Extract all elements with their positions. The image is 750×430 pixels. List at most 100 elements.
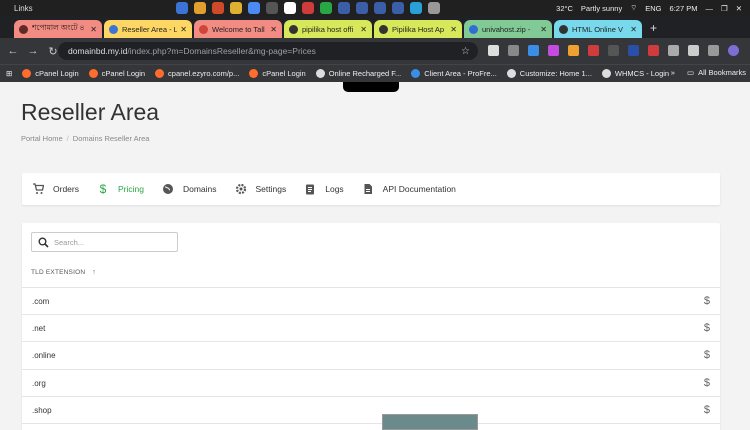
bookmark-item[interactable]: cPanel Login — [88, 69, 145, 78]
tab-close-icon[interactable]: ✕ — [90, 25, 97, 34]
table-row[interactable]: .org $ — [22, 369, 720, 396]
extension-icon[interactable] — [608, 45, 619, 56]
pricing-table-card: Search... TLD EXTENSION ↑ .com $ .net $ .… — [22, 223, 720, 430]
taskbar-app-icon[interactable] — [266, 2, 278, 14]
tab-favicon-icon — [289, 24, 298, 34]
back-icon[interactable]: ← — [6, 45, 20, 57]
cpanel-icon — [155, 69, 165, 78]
address-bar[interactable]: domainbd.my.id/index.php?m=DomainsResell… — [58, 42, 478, 60]
breadcrumb-home[interactable]: Portal Home — [21, 134, 63, 143]
taskbar-app-icon[interactable] — [248, 2, 260, 14]
apps-grid-icon[interactable]: ⊞ — [6, 69, 12, 78]
table-row[interactable]: .shop $ — [22, 396, 720, 423]
table-row[interactable]: .com $ — [22, 287, 720, 314]
extension-icon[interactable] — [508, 45, 519, 56]
browser-tab[interactable]: Welcome to Tall ✕ — [194, 20, 282, 38]
tab-close-icon[interactable]: ✕ — [630, 25, 637, 34]
dollar-icon: $ — [99, 182, 107, 196]
taskbar-app-icon[interactable] — [212, 2, 224, 14]
new-tab-icon[interactable]: + — [650, 21, 657, 35]
extension-icon[interactable] — [628, 45, 639, 56]
taskbar-app-icon[interactable] — [230, 2, 242, 14]
browser-tab[interactable]: pipilika host offi ✕ — [284, 20, 372, 38]
extension-icon[interactable] — [568, 45, 579, 56]
tab-close-icon[interactable]: ✕ — [270, 25, 277, 34]
bookmark-item[interactable]: WHMCS - Login — [601, 69, 670, 78]
search-input[interactable]: Search... — [31, 232, 178, 252]
clock[interactable]: 6:27 PM — [670, 4, 698, 13]
tab-close-icon[interactable]: ✕ — [450, 25, 457, 34]
sort-arrow-up-icon[interactable]: ↑ — [92, 269, 96, 276]
restore-icon[interactable]: ❐ — [721, 4, 728, 13]
price-dollar-icon[interactable]: $ — [704, 404, 710, 416]
table-row[interactable]: .net $ — [22, 314, 720, 341]
extension-icon[interactable] — [488, 45, 499, 56]
video-thumbnail[interactable] — [382, 414, 478, 430]
close-icon[interactable]: ✕ — [736, 4, 742, 13]
taskbar-app-icon[interactable] — [320, 2, 332, 14]
extension-icon[interactable] — [548, 45, 559, 56]
taskbar-app-icon[interactable] — [194, 2, 206, 14]
extension-icon[interactable] — [528, 45, 539, 56]
bookmark-item[interactable]: Customize: Home 1... — [506, 69, 592, 78]
extension-icon[interactable] — [588, 45, 599, 56]
bookmark-item[interactable]: Online Recharged F... — [315, 69, 401, 78]
price-dollar-icon[interactable]: $ — [704, 295, 710, 307]
price-dollar-icon[interactable]: $ — [704, 322, 710, 334]
nav-api-documentation[interactable]: API Documentation — [362, 183, 456, 195]
page-title: Reseller Area — [21, 99, 160, 125]
tab-bar: শপোমাল অংটে ৪ ✕ Reseller Area - L ✕ Welc… — [0, 16, 750, 38]
bookmark-item[interactable]: Client Area - ProFre... — [411, 69, 497, 78]
bookmark-star-icon[interactable]: ☆ — [461, 46, 470, 57]
nav-settings[interactable]: Settings — [235, 183, 286, 195]
tab-favicon-icon — [199, 24, 208, 34]
taskbar-app-icon[interactable] — [356, 2, 368, 14]
taskbar-app-icon[interactable] — [410, 2, 422, 14]
tab-close-icon[interactable]: ✕ — [360, 25, 367, 34]
browser-tab[interactable]: univahost.zip - ✕ — [464, 20, 552, 38]
minimize-icon[interactable]: — — [705, 4, 713, 13]
bookmark-item[interactable]: cpanel.ezyro.com/p... — [155, 69, 239, 78]
bookmark-item[interactable]: cPanel Login — [249, 69, 306, 78]
links-label[interactable]: Links — [0, 4, 33, 13]
nav-logs[interactable]: Logs — [304, 183, 344, 195]
taskbar-app-icon[interactable] — [176, 2, 188, 14]
browser-tab[interactable]: Pipilika Host Ap ✕ — [374, 20, 462, 38]
weather-temp[interactable]: 32°C — [556, 4, 573, 13]
search-placeholder: Search... — [54, 237, 85, 247]
table-row[interactable]: .online $ — [22, 341, 720, 368]
table-row[interactable] — [22, 423, 720, 430]
globe-icon — [506, 69, 516, 78]
taskbar-app-icon[interactable] — [284, 2, 296, 14]
all-bookmarks[interactable]: » ▭ All Bookmarks — [671, 68, 746, 77]
extension-icon[interactable] — [648, 45, 659, 56]
wifi-icon[interactable]: ⌔ — [630, 3, 637, 13]
price-dollar-icon[interactable]: $ — [704, 377, 710, 389]
taskbar-app-icon[interactable] — [338, 2, 350, 14]
bookmark-item[interactable]: cPanel Login — [22, 69, 79, 78]
download-icon[interactable] — [688, 45, 699, 56]
taskbar-app-icon[interactable] — [302, 2, 314, 14]
extensions-puzzle-icon[interactable] — [668, 45, 679, 56]
nav-pricing[interactable]: $ Pricing — [97, 182, 144, 196]
sidebar-icon[interactable] — [708, 45, 719, 56]
taskbar-app-icon[interactable] — [428, 2, 440, 14]
forward-icon[interactable]: → — [26, 45, 40, 57]
taskbar-app-icon[interactable] — [374, 2, 386, 14]
browser-tab[interactable]: HTML Online V ✕ — [554, 20, 642, 38]
nav-orders[interactable]: Orders — [32, 183, 79, 195]
taskbar-app-icon[interactable] — [392, 2, 404, 14]
price-dollar-icon[interactable]: $ — [704, 349, 710, 361]
nav-domains[interactable]: Domains — [162, 183, 217, 195]
tab-close-icon[interactable]: ✕ — [540, 25, 547, 34]
tld-extension: .online — [32, 350, 56, 360]
bookmark-label: WHMCS - Login — [614, 69, 670, 78]
column-header-tld[interactable]: TLD EXTENSION ↑ — [31, 269, 96, 276]
profile-avatar[interactable] — [728, 45, 739, 56]
browser-tab[interactable]: শপোমাল অংটে ৪ ✕ — [14, 20, 102, 38]
chevron-right-icon[interactable]: » — [671, 68, 675, 77]
weather-desc[interactable]: Partly sunny — [581, 4, 622, 13]
tab-close-icon[interactable]: ✕ — [180, 25, 187, 34]
browser-tab-active[interactable]: Reseller Area - L ✕ — [104, 20, 192, 38]
lang-indicator[interactable]: ENG — [645, 4, 661, 13]
